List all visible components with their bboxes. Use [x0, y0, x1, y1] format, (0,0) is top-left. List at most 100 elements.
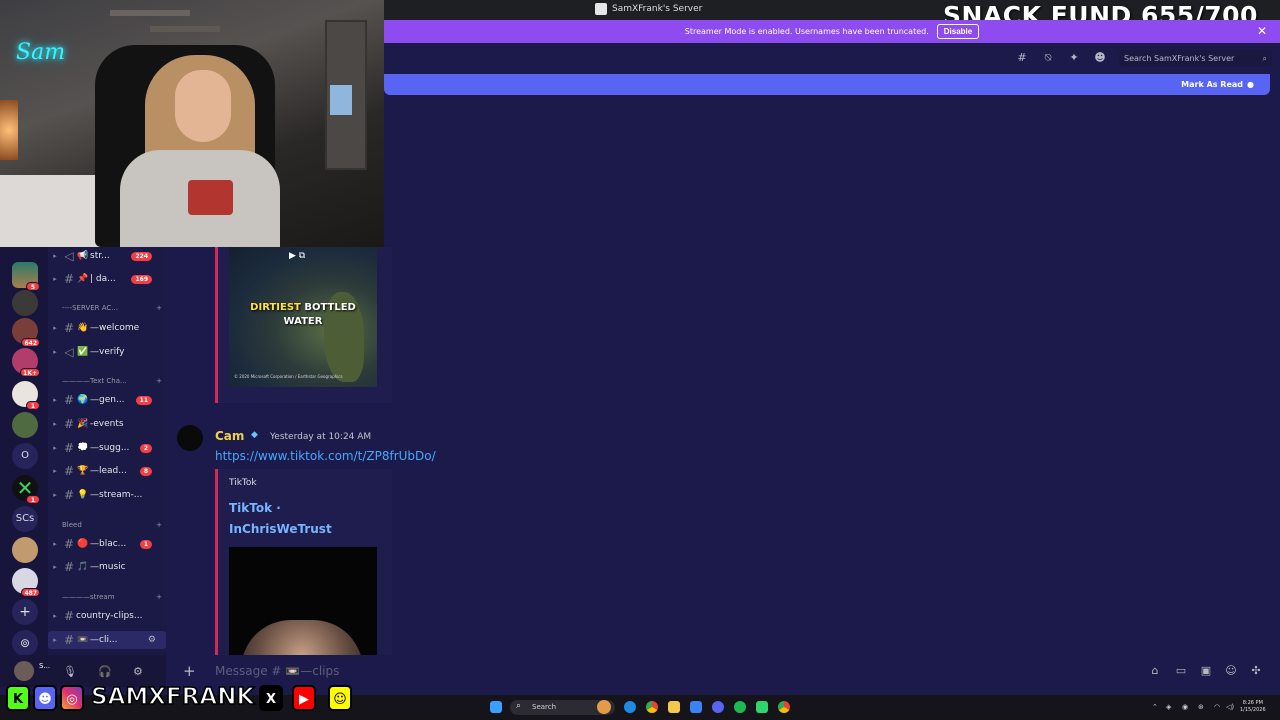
channel-item[interactable]: ▸ # 📌 | da... 169 — [48, 270, 166, 288]
channel-item[interactable]: ▸ # 🏆 —lead... 8 — [48, 462, 166, 480]
disable-button[interactable]: Disable — [936, 24, 980, 39]
embed-title[interactable]: TikTok · InChrisWeTrust — [229, 498, 379, 540]
threads-icon[interactable]: # — [1015, 52, 1029, 64]
mark-as-read-label[interactable]: Mark As Read — [1181, 80, 1243, 89]
microphone-icon[interactable]: 🎙 — [63, 665, 77, 678]
message-input[interactable]: Message # 📼—clips — [215, 664, 339, 678]
server-badge: 1K+ — [20, 368, 40, 377]
explore-icon[interactable]: ⊚ — [12, 630, 38, 656]
add-channel-icon: + — [156, 304, 162, 312]
unread-badge: 11 — [135, 395, 152, 405]
channel-item[interactable]: ▸ # 💡 —stream-... — [48, 486, 166, 504]
server-icon[interactable] — [12, 537, 38, 563]
message-author[interactable]: Cam — [215, 429, 244, 443]
x-icon: X — [259, 685, 283, 711]
server-badge: 487 — [21, 588, 40, 597]
streamer-mode-banner: Streamer Mode is enabled. Usernames have… — [384, 20, 1280, 43]
new-messages-bar[interactable]: Mark As Read ● — [384, 74, 1270, 95]
server-icon[interactable]: 1K+ — [12, 348, 40, 377]
channel-item-active[interactable]: ▸ # 📼 —cli... ⚙ — [48, 631, 166, 649]
map-copyright: © 2020 Microsoft Corporation / Earthstar… — [234, 374, 343, 379]
headset-icon[interactable]: 🎧 — [98, 665, 112, 678]
server-icon[interactable]: SCs — [12, 506, 38, 532]
embed-video-thumbnail[interactable]: ▶ ⧉ DIRTIEST BOTTLED WATER © 2020 Micros… — [229, 247, 377, 387]
user-name[interactable]: S... — [39, 662, 50, 670]
spotify-icon[interactable] — [734, 701, 746, 713]
close-icon[interactable]: ✕ — [1257, 24, 1267, 38]
tray-app-icon[interactable]: ◉ — [1182, 703, 1188, 711]
tray-app-icon[interactable]: ⊛ — [1198, 703, 1204, 711]
shirt-print — [188, 180, 233, 215]
chrome-icon[interactable] — [778, 701, 790, 713]
emoji-icon[interactable]: ☺ — [1225, 665, 1237, 677]
gif-icon[interactable]: ▭ — [1175, 665, 1187, 677]
shelf — [150, 26, 220, 32]
taskbar-clock[interactable]: 8:26 PM 1/15/2026 — [1240, 700, 1266, 714]
play-icon[interactable]: ▶ ⧉ — [289, 251, 305, 261]
windows-start-icon[interactable] — [490, 701, 502, 713]
members-icon[interactable]: ☻ — [1093, 52, 1107, 64]
avatar[interactable] — [14, 661, 34, 681]
chrome-icon[interactable] — [646, 701, 658, 713]
streamer-handle: SAMXFRANK — [90, 683, 255, 711]
announcement-icon: ◁ — [64, 345, 74, 359]
wifi-icon[interactable]: ◠ — [1214, 703, 1220, 711]
tray-app-icon[interactable]: ◈ — [1166, 703, 1171, 711]
channel-item[interactable]: ▸ # 👋 —welcome — [48, 319, 166, 337]
category-server-access[interactable]: ----SERVER AC... + — [62, 304, 162, 312]
channel-settings-icon[interactable]: ⚙ — [148, 635, 156, 645]
hash-icon: # — [63, 560, 75, 574]
tray-chevron-icon[interactable]: ⌃ — [1152, 703, 1158, 711]
search-icon: ⌕ — [516, 701, 522, 711]
channel-item[interactable]: ▸ # 🎵 —music — [48, 558, 166, 576]
widget-icon[interactable] — [597, 700, 611, 714]
server-icon[interactable]: 5 — [12, 262, 40, 291]
server-icon[interactable]: O — [12, 443, 38, 469]
gear-icon[interactable]: ⚙ — [133, 665, 143, 678]
channel-item[interactable]: ▸ # 🔴 —blac... 1 — [48, 535, 166, 553]
mute-icon[interactable]: ⍉ — [1041, 52, 1055, 64]
webcam-overlay: Sam — [0, 0, 384, 247]
gift-icon[interactable]: ⌂ — [1149, 665, 1161, 677]
nitro-gem-icon: ◆ — [251, 430, 258, 440]
unread-badge: 8 — [139, 466, 152, 476]
hash-icon: # — [63, 417, 75, 431]
search-input[interactable]: Search SamXFrank's Server ⌕ — [1119, 50, 1272, 67]
server-icon[interactable]: 1 — [12, 381, 40, 410]
server-badge: 1 — [26, 401, 40, 410]
youtube-icon: ▶ — [292, 685, 316, 711]
avatar[interactable] — [177, 425, 203, 451]
channel-item[interactable]: ▸ # 🌍 —gen... 11 — [48, 391, 166, 409]
embed-video-thumbnail[interactable] — [229, 547, 377, 655]
announcement-icon: ◁ — [64, 249, 74, 263]
attach-plus-icon[interactable]: + — [183, 662, 196, 680]
server-icon[interactable]: 487 — [12, 568, 40, 597]
volume-icon[interactable]: ◁) — [1226, 703, 1234, 711]
category-text-channels[interactable]: ————Text Cha... + — [62, 377, 162, 385]
add-channel-icon: + — [156, 377, 162, 385]
store-icon[interactable] — [690, 701, 702, 713]
channel-item[interactable]: ▸ ◁ 📢 str... 224 — [48, 247, 166, 265]
message-link[interactable]: https://www.tiktok.com/t/ZP8frUbDo/ — [215, 449, 436, 463]
channel-item[interactable]: ▸ # 🎉 -events — [48, 415, 166, 433]
server-icon[interactable]: ✕ 1 — [12, 475, 40, 504]
app-icon[interactable] — [756, 701, 768, 713]
file-explorer-icon[interactable] — [668, 701, 680, 713]
channel-item[interactable]: ▸ ◁ ✅ —verify — [48, 343, 166, 361]
category-stream[interactable]: ————stream + — [62, 593, 162, 601]
channel-item[interactable]: ▸ # 💭 —sugg... 2 — [48, 439, 166, 457]
hash-icon: # — [63, 633, 75, 647]
discord-icon[interactable] — [712, 701, 724, 713]
category-bleed[interactable]: Bleed + — [62, 521, 162, 529]
window-title-text: SamXFrank's Server — [612, 4, 703, 14]
server-icon[interactable]: 642 — [12, 318, 40, 347]
channel-item[interactable]: ▸ # country-clips... — [48, 607, 166, 625]
add-server-icon[interactable]: + — [12, 599, 38, 625]
edge-icon[interactable] — [624, 701, 636, 713]
server-icon[interactable] — [12, 412, 38, 438]
sticker-icon[interactable]: ▣ — [1200, 665, 1212, 677]
discord-icon: ☻ — [33, 685, 57, 711]
apps-icon[interactable]: ✣ — [1250, 665, 1262, 677]
server-icon[interactable] — [12, 290, 38, 316]
pin-icon[interactable]: ✦ — [1067, 52, 1081, 64]
